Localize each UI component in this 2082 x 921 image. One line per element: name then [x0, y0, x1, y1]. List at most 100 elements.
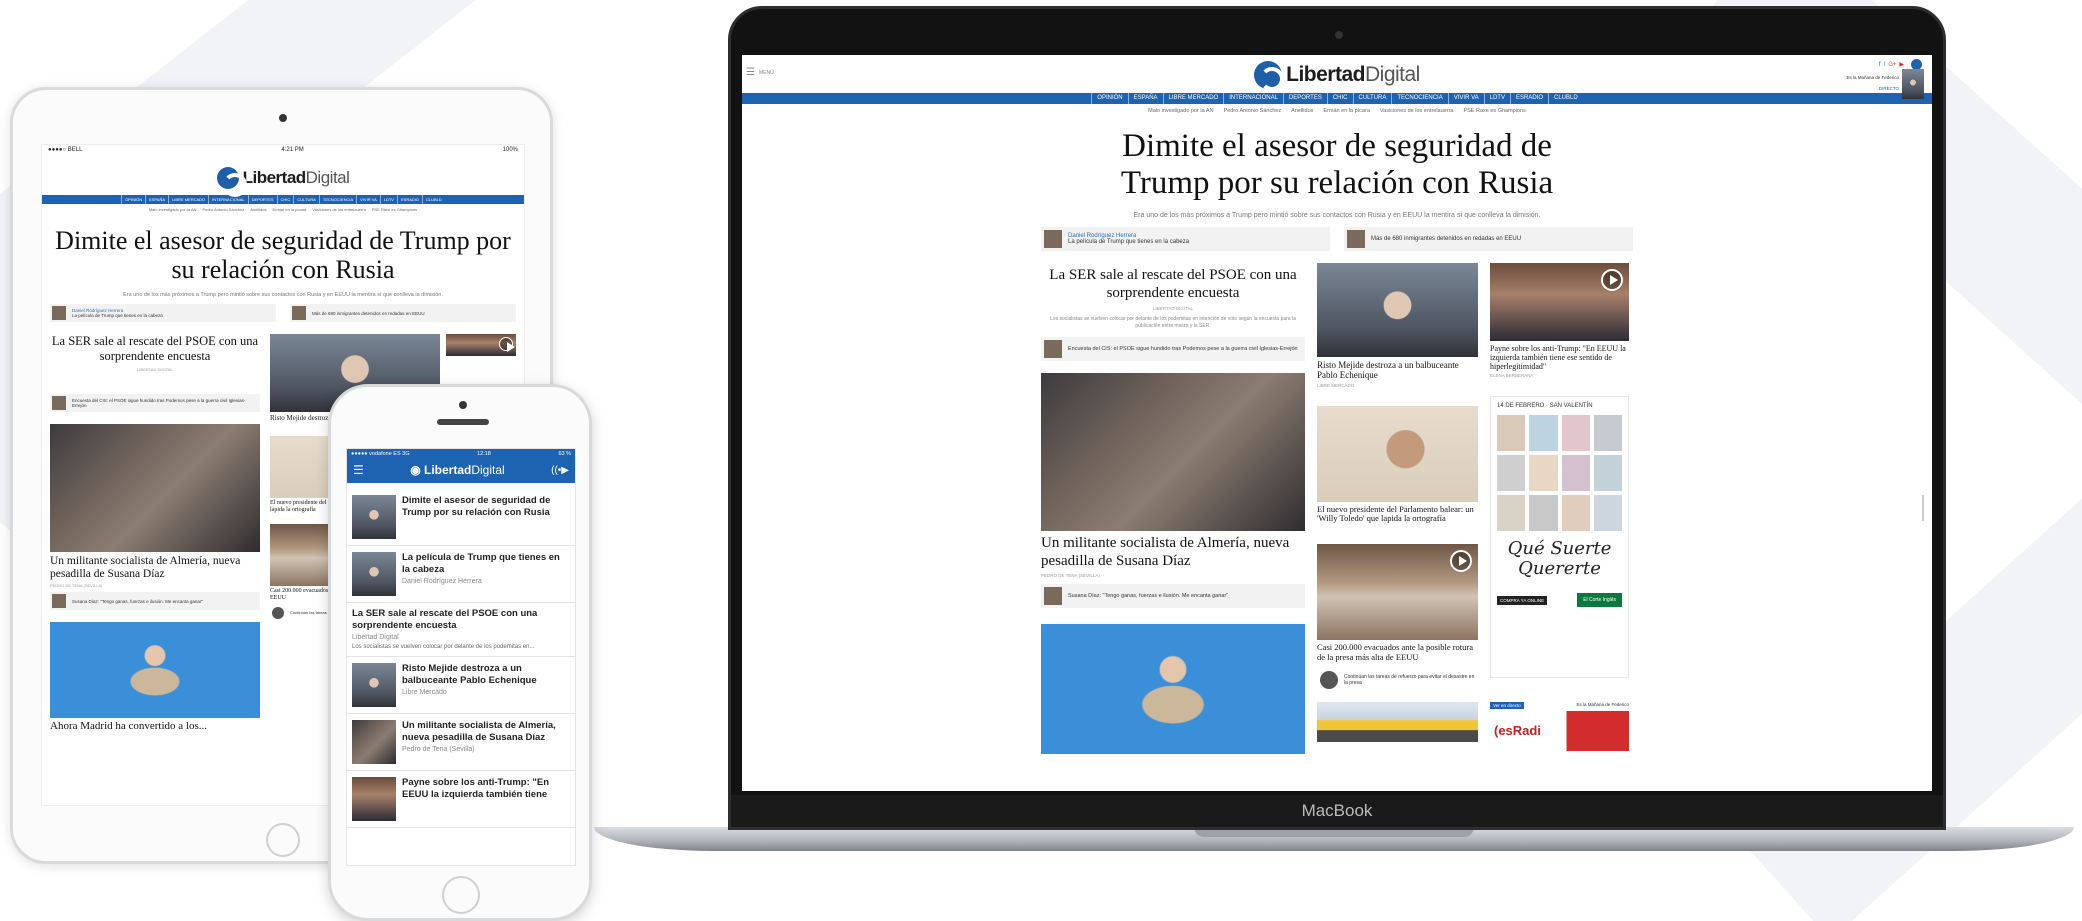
nav-item[interactable]: ESPAÑA — [145, 195, 168, 204]
nav-item[interactable]: ESPAÑA — [1127, 93, 1163, 104]
nav-item[interactable]: CULTURA — [293, 195, 319, 204]
related-story[interactable]: Encuesta del CIS: el PSOE sigue hundido … — [1041, 337, 1305, 362]
related-story[interactable]: Daniel Rodríguez Herrera La película de T… — [1041, 226, 1330, 251]
battery: 63 % — [558, 451, 571, 457]
nav-item[interactable]: CHIC — [276, 195, 294, 204]
story-title[interactable]: Un militante socialista de Almería, nuev… — [50, 555, 260, 581]
ad-cta-button[interactable]: COMPRA YA ONLINE — [1497, 595, 1548, 605]
radio-promo[interactable]: Es la Mañana de Federico DIRECTO — [1846, 69, 1924, 99]
topic-link[interactable]: Malo investigado por la AN — [149, 207, 197, 212]
nav-item[interactable]: DEPORTES — [247, 195, 277, 204]
topic-link[interactable]: Pedro Antonio Sánchez — [1224, 108, 1282, 114]
topic-link[interactable]: Ermán en la pícara — [272, 207, 306, 212]
nav-item[interactable]: CLUBLD — [422, 195, 445, 204]
hamburger-icon[interactable]: ☰ — [353, 463, 364, 477]
nav-item[interactable]: TECNOCIENCIA — [1391, 93, 1447, 104]
story-photo[interactable] — [1317, 544, 1478, 641]
nav-item[interactable]: TECNOCIENCIA — [318, 195, 356, 204]
nav-item[interactable]: LIBRE MERCADO — [1162, 93, 1224, 104]
story-title[interactable]: Payne sobre los anti-Trump: "En EEUU la … — [1490, 344, 1629, 372]
story-photo[interactable] — [1490, 262, 1629, 341]
valentine-ad[interactable]: 14 DE FEBRERO · SAN VALENTÍN Qué Suerte … — [1490, 396, 1629, 679]
nav-item[interactable]: CULTURA — [1352, 93, 1392, 104]
story-title[interactable]: Risto Mejide destroza a un balbuceante P… — [1317, 360, 1478, 381]
story-photo[interactable] — [1317, 701, 1478, 742]
home-button[interactable] — [442, 876, 480, 914]
related-story[interactable]: Susana Díaz: "Tengo ganas, fuerzas e ilu… — [50, 592, 260, 611]
list-item[interactable]: Payne sobre los anti-Trump: "En EEUU la … — [347, 771, 575, 829]
story-photo[interactable] — [446, 334, 516, 357]
play-icon[interactable] — [499, 337, 515, 353]
scroll-indicator[interactable] — [1922, 495, 1924, 521]
nav-item[interactable]: VIVIR VA — [356, 195, 380, 204]
topic-link[interactable]: Ermán en la pícara — [1323, 108, 1369, 114]
story-title[interactable]: Un militante socialista de Almería, nuev… — [1041, 535, 1305, 570]
topic-link[interactable]: PSE Raxe es Ghampions — [1463, 108, 1525, 114]
story-title[interactable]: Ahora Madrid ha convertido a los... — [50, 720, 260, 733]
nav-item[interactable]: ESRADIO — [1509, 93, 1548, 104]
nav-item[interactable]: LDTV — [379, 195, 397, 204]
site-logo[interactable]: LibertadDigital — [742, 61, 1932, 91]
nav-item[interactable]: CLUBLD — [1548, 93, 1583, 104]
list-item[interactable]: Un militante socialista de Almería, nuev… — [347, 714, 575, 772]
logo-text-a: Libertad — [242, 168, 307, 187]
list-item[interactable]: Risto Mejide destroza a un balbuceante P… — [347, 657, 575, 715]
related-story[interactable]: Daniel Rodríguez Herrera La película de T… — [50, 304, 276, 323]
topic-link[interactable]: Vasiciones de los entrelauerra — [1380, 108, 1454, 114]
lead-headline[interactable]: Dimite el asesor de seguridad de Trump p… — [1037, 128, 1637, 202]
list-item[interactable]: Dimite el asesor de seguridad de Trump p… — [347, 489, 575, 546]
radio-widget[interactable]: Ver en directo Es la Mañana de Federico … — [1490, 702, 1629, 752]
nav-item[interactable]: OPINIÓN — [121, 195, 145, 204]
topic-link[interactable]: PSE Raxe es Ghampions — [372, 207, 417, 212]
topic-link[interactable]: Vasiciones de los entrelauerra — [312, 207, 366, 212]
play-icon[interactable] — [1450, 550, 1472, 573]
topic-link[interactable]: Anellidos — [250, 207, 266, 212]
related-story[interactable]: Más de 680 inmigrantes detenidos en reda… — [290, 304, 516, 323]
facebook-icon[interactable]: f — [1879, 62, 1881, 68]
story-photo[interactable] — [1317, 405, 1478, 502]
list-item[interactable]: La película de Trump que tienes en la ca… — [347, 546, 575, 603]
related-story[interactable]: Susana Díaz: "Tengo ganas, fuerzas e ilu… — [1041, 583, 1305, 608]
radio-tag[interactable]: Ver en directo — [1490, 702, 1524, 710]
crowd-photo[interactable] — [1041, 373, 1305, 532]
crowd-photo[interactable] — [50, 423, 260, 552]
related-story[interactable]: Encuesta del CIS: el PSOE sigue hundido … — [50, 393, 260, 412]
nav-item[interactable]: DEPORTES — [1282, 93, 1327, 104]
nav-item[interactable]: INTERNACIONAL — [1223, 93, 1283, 104]
section-nav: OPINIÓN ESPAÑA LIBRE MERCADO INTERNACION… — [42, 195, 524, 204]
nav-item[interactable]: LIBRE MERCADO — [168, 195, 208, 204]
status-bar: ●●●●○ BELL 4:21 PM 100% — [42, 145, 524, 155]
lead-headline[interactable]: Dimite el asesor de seguridad de Trump p… — [42, 226, 524, 284]
list-byline: Libertad Digital — [352, 634, 399, 642]
topic-link[interactable]: Pedro Antonio Sánchez — [202, 207, 244, 212]
portrait-photo[interactable] — [1041, 623, 1305, 754]
story-title[interactable]: El nuevo presidente del Parlamento balea… — [1317, 504, 1478, 525]
list-byline: Daniel Rodríguez Herrera — [402, 578, 482, 586]
portrait-photo[interactable] — [50, 622, 260, 719]
story-byline: LIBERTAD DIGITAL — [1152, 306, 1193, 312]
googleplus-icon[interactable]: G+ — [1888, 62, 1896, 68]
play-icon[interactable] — [1601, 268, 1623, 291]
nav-item[interactable]: CHIC — [1326, 93, 1353, 104]
related-thumb — [292, 306, 306, 321]
nav-item[interactable]: VIVIR VA — [1447, 93, 1484, 104]
story-title[interactable]: Casi 200.000 evacuados ante la posible r… — [1317, 642, 1478, 663]
related-story[interactable]: Continúan las tareas de refuerzo para ev… — [1317, 667, 1478, 692]
live-radio-icon[interactable]: ((•▶ — [551, 465, 569, 476]
topic-link[interactable]: Malo investigado por la AN — [1148, 108, 1213, 114]
list-item[interactable]: La SER sale al rescate del PSOE con una … — [347, 603, 575, 658]
topic-link[interactable]: Anellidos — [1291, 108, 1313, 114]
story-title[interactable]: La SER sale al rescate del PSOE con una … — [50, 334, 260, 364]
nav-item[interactable]: INTERNACIONAL — [208, 195, 247, 204]
home-button[interactable] — [266, 823, 300, 857]
twitter-icon[interactable]: t — [1884, 62, 1886, 68]
youtube-icon[interactable]: ▶ — [1899, 61, 1904, 68]
story-card[interactable]: La SER sale al rescate del PSOE con una … — [1041, 263, 1305, 329]
related-story[interactable]: Más de 680 inmigrantes detenidos en reda… — [1344, 226, 1633, 251]
story-photo[interactable] — [1317, 262, 1478, 357]
carrier: ●●●●● vodafone ES 3G — [351, 451, 410, 457]
nav-item[interactable]: LDTV — [1483, 93, 1510, 104]
nav-item[interactable]: OPINIÓN — [1091, 93, 1127, 104]
site-logo[interactable]: LibertadDigital — [42, 167, 524, 197]
nav-item[interactable]: ESRADIO — [396, 195, 422, 204]
